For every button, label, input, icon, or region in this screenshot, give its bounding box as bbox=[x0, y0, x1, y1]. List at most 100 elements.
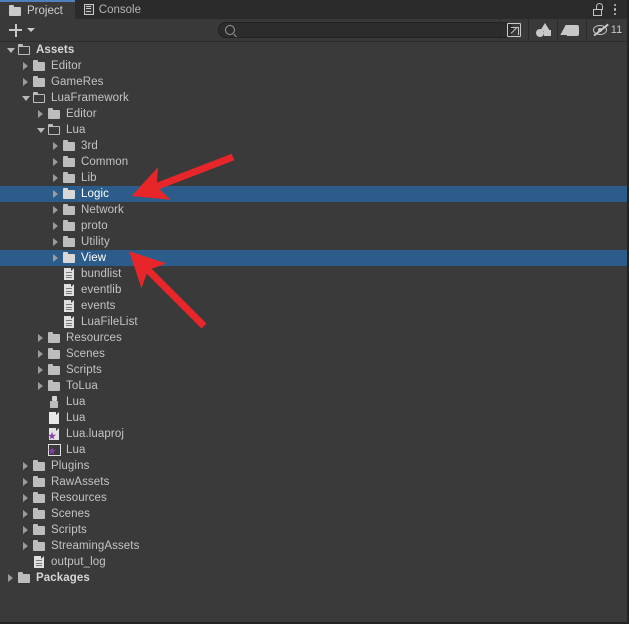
hidden-objects-button[interactable]: 11 bbox=[586, 19, 627, 41]
tree-row[interactable]: Editor bbox=[0, 58, 627, 74]
chevron-down-icon[interactable] bbox=[34, 122, 47, 138]
tree-row[interactable]: ★ Lua.luaproj bbox=[0, 426, 627, 442]
tree-row-label: Network bbox=[81, 204, 124, 216]
tree-row-label: Scenes bbox=[51, 508, 90, 520]
folder-icon bbox=[62, 251, 77, 265]
chevron-right-icon[interactable] bbox=[19, 490, 32, 506]
tree-row[interactable]: ★ Lua bbox=[0, 442, 627, 458]
chevron-down-icon[interactable] bbox=[4, 42, 17, 58]
tree-row[interactable]: ToLua bbox=[0, 378, 627, 394]
tree-row[interactable]: View bbox=[0, 250, 627, 266]
tree-row-label: Resources bbox=[66, 332, 122, 344]
tree-row[interactable]: Lua bbox=[0, 410, 627, 426]
shapes-filter-button[interactable] bbox=[528, 19, 557, 41]
lock-icon[interactable] bbox=[593, 3, 604, 16]
tab-project[interactable]: Project bbox=[0, 0, 75, 20]
tree-row[interactable]: Scenes bbox=[0, 506, 627, 522]
chevron-right-icon[interactable] bbox=[4, 570, 17, 586]
chevron-right-icon[interactable] bbox=[19, 458, 32, 474]
kebab-menu-icon[interactable] bbox=[613, 3, 617, 16]
tree-row[interactable]: proto bbox=[0, 218, 627, 234]
chevron-right-icon[interactable] bbox=[34, 378, 47, 394]
asset-tree[interactable]: Assets Editor GameRes LuaFramework Editor Lua… bbox=[0, 42, 627, 622]
create-asset-button[interactable] bbox=[0, 20, 42, 40]
chevron-right-icon[interactable] bbox=[49, 218, 62, 234]
tree-row[interactable]: Plugins bbox=[0, 458, 627, 474]
search-icon bbox=[225, 25, 235, 35]
tree-row[interactable]: Common bbox=[0, 154, 627, 170]
tree-row-label: Plugins bbox=[51, 460, 90, 472]
chevron-right-icon[interactable] bbox=[49, 170, 62, 186]
chevron-right-icon[interactable] bbox=[19, 538, 32, 554]
chevron-right-icon[interactable] bbox=[19, 506, 32, 522]
tree-row-label: Resources bbox=[51, 492, 107, 504]
open-in-new-window-button[interactable] bbox=[499, 19, 528, 41]
tree-row[interactable]: output_log bbox=[0, 554, 627, 570]
folder-icon bbox=[9, 5, 22, 16]
tree-row-label: proto bbox=[81, 220, 108, 232]
folder-icon bbox=[32, 75, 47, 89]
tree-row[interactable]: RawAssets bbox=[0, 474, 627, 490]
chevron-right-icon[interactable] bbox=[49, 234, 62, 250]
tree-row[interactable]: Lua bbox=[0, 394, 627, 410]
toolbar-right-actions: 11 bbox=[499, 19, 627, 41]
tree-row[interactable]: Scripts bbox=[0, 522, 627, 538]
chevron-right-icon[interactable] bbox=[34, 346, 47, 362]
tree-row[interactable]: Resources bbox=[0, 330, 627, 346]
tree-row[interactable]: Scenes bbox=[0, 346, 627, 362]
tree-row[interactable]: Lua bbox=[0, 122, 627, 138]
tree-row[interactable]: Editor bbox=[0, 106, 627, 122]
chevron-right-icon[interactable] bbox=[34, 330, 47, 346]
folder-icon bbox=[32, 475, 47, 489]
tree-row-label: Scenes bbox=[66, 348, 105, 360]
tree-row[interactable]: LuaFramework bbox=[0, 90, 627, 106]
chevron-right-icon[interactable] bbox=[34, 362, 47, 378]
tab-console[interactable]: Console bbox=[75, 0, 153, 19]
chevron-right-icon[interactable] bbox=[19, 74, 32, 90]
search-field[interactable] bbox=[218, 22, 513, 38]
tree-row[interactable]: GameRes bbox=[0, 74, 627, 90]
dll-asset-icon bbox=[47, 395, 62, 409]
tree-row[interactable]: bundlist bbox=[0, 266, 627, 282]
chevron-right-icon[interactable] bbox=[19, 474, 32, 490]
folder-icon bbox=[47, 347, 62, 361]
chevron-down-icon[interactable] bbox=[19, 90, 32, 106]
chevron-right-icon[interactable] bbox=[49, 202, 62, 218]
tree-row[interactable]: Logic bbox=[0, 186, 627, 202]
tree-row[interactable]: eventlib bbox=[0, 282, 627, 298]
chevron-right-icon[interactable] bbox=[49, 250, 62, 266]
tree-row[interactable]: StreamingAssets bbox=[0, 538, 627, 554]
folder-icon bbox=[17, 571, 32, 585]
tree-row[interactable]: Network bbox=[0, 202, 627, 218]
tree-row-label: LuaFileList bbox=[81, 316, 138, 328]
tree-row[interactable]: Scripts bbox=[0, 362, 627, 378]
chevron-right-icon[interactable] bbox=[19, 58, 32, 74]
folder-icon bbox=[62, 171, 77, 185]
tree-row[interactable]: events bbox=[0, 298, 627, 314]
tree-row[interactable]: 3rd bbox=[0, 138, 627, 154]
hidden-objects-icon bbox=[592, 23, 609, 36]
tree-row[interactable]: LuaFileList bbox=[0, 314, 627, 330]
chevron-right-icon[interactable] bbox=[49, 138, 62, 154]
tree-row-label: View bbox=[81, 252, 107, 264]
search-input[interactable] bbox=[239, 23, 493, 37]
label-filter-button[interactable] bbox=[557, 19, 586, 41]
chevron-right-icon[interactable] bbox=[49, 186, 62, 202]
chevron-right-icon[interactable] bbox=[49, 154, 62, 170]
chevron-right-icon[interactable] bbox=[19, 522, 32, 538]
tree-row[interactable]: Assets bbox=[0, 42, 627, 58]
tree-row[interactable]: Packages bbox=[0, 570, 627, 586]
tree-row[interactable]: Utility bbox=[0, 234, 627, 250]
tree-row[interactable]: Resources bbox=[0, 490, 627, 506]
vs-solution-icon: ★ bbox=[47, 443, 62, 457]
chevron-right-icon[interactable] bbox=[34, 106, 47, 122]
tree-row-label: 3rd bbox=[81, 140, 98, 152]
tree-row[interactable]: Lib bbox=[0, 170, 627, 186]
